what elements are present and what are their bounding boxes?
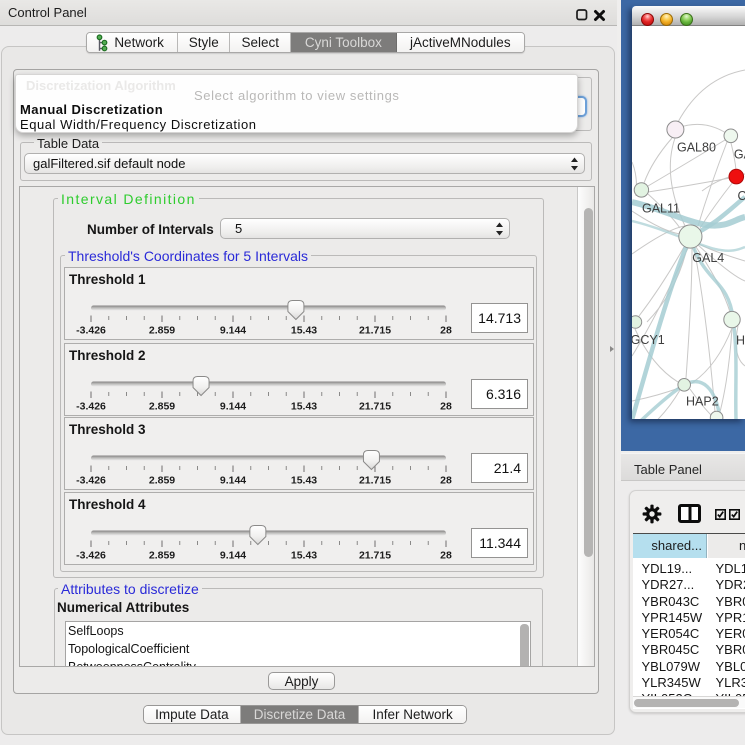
svg-text:28: 28 [440,325,452,337]
svg-text:GCY1: GCY1 [632,333,665,347]
svg-text:GA: GA [734,148,745,162]
svg-text:GAL80: GAL80 [677,141,716,155]
svg-text:-3.426: -3.426 [76,550,106,562]
svg-text:2.859: 2.859 [149,400,175,412]
svg-text:21.715: 21.715 [359,550,391,562]
svg-text:28: 28 [440,550,452,562]
svg-text:-3.426: -3.426 [76,400,106,412]
svg-text:GAL11: GAL11 [642,202,680,216]
svg-text:HAP2: HAP2 [686,395,719,409]
svg-text:9.144: 9.144 [220,325,246,337]
svg-text:9.144: 9.144 [220,550,246,562]
svg-text:15.43: 15.43 [291,475,317,487]
svg-text:2.859: 2.859 [149,475,175,487]
svg-text:2.859: 2.859 [149,325,175,337]
svg-text:H: H [736,334,745,348]
svg-text:2.859: 2.859 [149,550,175,562]
svg-text:21.715: 21.715 [359,325,391,337]
svg-text:15.43: 15.43 [291,325,317,337]
svg-text:9.144: 9.144 [220,400,246,412]
svg-text:28: 28 [440,475,452,487]
svg-text:-3.426: -3.426 [76,325,106,337]
svg-text:9.144: 9.144 [220,475,246,487]
svg-text:28: 28 [440,400,452,412]
svg-text:15.43: 15.43 [291,400,317,412]
svg-text:C: C [738,189,745,203]
svg-text:GAL4: GAL4 [692,251,724,265]
svg-text:21.715: 21.715 [359,400,391,412]
svg-text:21.715: 21.715 [359,475,391,487]
svg-text:-3.426: -3.426 [76,475,106,487]
svg-text:15.43: 15.43 [291,550,317,562]
